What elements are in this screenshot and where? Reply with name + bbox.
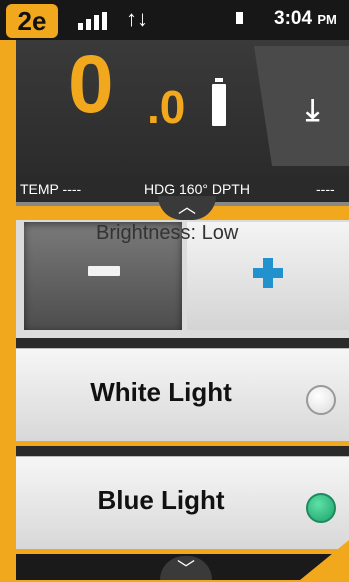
light-option-label: Blue Light (97, 485, 225, 515)
chevron-down-icon: ﹀ (177, 559, 195, 579)
speed-whole: 0 (68, 39, 114, 130)
navigation-tab[interactable] (254, 46, 349, 166)
light-option-white[interactable]: White Light (16, 348, 349, 441)
brightness-label: Brightness: Low (96, 222, 239, 244)
minus-icon (88, 266, 120, 276)
divider (16, 338, 349, 348)
divider (16, 446, 349, 456)
device-frame: 2e ↑↓ 3:04 PM 0 .0 ⤓ TEMP ---- HDG 160° … (0, 0, 349, 580)
collapse-panel-button[interactable]: ︿ (158, 196, 216, 220)
anchor-down-icon[interactable]: ⤓ (306, 94, 319, 128)
clock: 3:04 PM (274, 8, 337, 30)
battery-icon (236, 12, 243, 24)
data-transfer-icon: ↑↓ (126, 6, 148, 31)
speed-battery-icon (212, 78, 226, 126)
radio-button-blue[interactable] (306, 493, 336, 523)
clock-ampm: PM (317, 12, 337, 27)
depth-readout: ---- (316, 181, 335, 197)
speed-display: 0 .0 ⤓ (16, 40, 349, 176)
light-option-label: White Light (90, 377, 232, 407)
signal-icon (78, 12, 118, 30)
device-badge: 2e (6, 4, 58, 38)
status-bar: 2e ↑↓ 3:04 PM (0, 0, 349, 40)
chevron-up-icon: ︿ (178, 197, 196, 217)
speed-decimal: .0 (147, 81, 186, 133)
radio-button-white[interactable] (306, 385, 336, 415)
light-option-blue[interactable]: Blue Light (16, 456, 349, 549)
temp-readout: TEMP ---- (20, 181, 82, 197)
clock-time: 3:04 (274, 8, 313, 29)
